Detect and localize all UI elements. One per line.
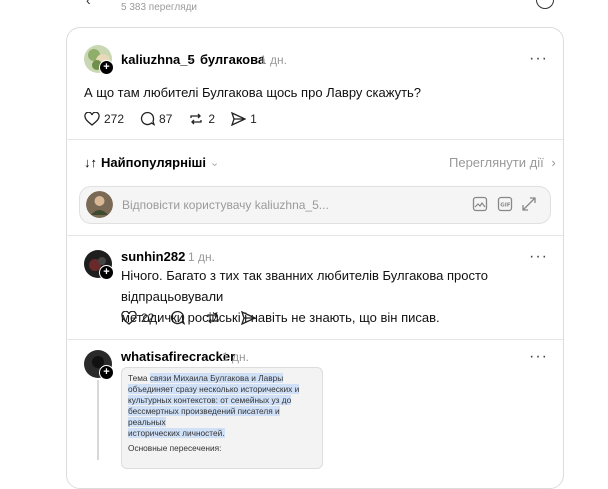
back-arrow-icon[interactable]: ‹: [86, 0, 91, 8]
share-button[interactable]: [241, 310, 260, 325]
post-more-icon[interactable]: ···: [529, 50, 548, 68]
like-button[interactable]: 272: [84, 111, 125, 126]
avatar-image: [86, 191, 113, 218]
reply-input[interactable]: Відповісти користувачу kaliuzhna_5...: [122, 198, 329, 212]
chevron-right-icon: ›: [551, 155, 556, 170]
post-text: А що там любителі Булгакова щось про Лав…: [84, 85, 422, 100]
screenshot-line: культурных контекстов: от семейных уз до: [128, 395, 292, 405]
comment-icon: [140, 111, 156, 126]
post-actions: 272 87 2 1: [84, 111, 273, 126]
comment-text-line: Нічого. Багато з тих так званних любител…: [121, 268, 488, 304]
comment-button[interactable]: [170, 310, 189, 325]
comment-avatar[interactable]: +: [84, 250, 114, 280]
sort-label: Найпопулярніші: [101, 155, 207, 170]
like-count: 22: [141, 310, 155, 325]
divider: [66, 139, 563, 140]
repost-count: 2: [208, 111, 216, 126]
reply-box[interactable]: Відповісти користувачу kaliuzhna_5... GI…: [79, 186, 551, 224]
heart-icon: [84, 111, 100, 126]
sort-selector[interactable]: ↓↑ Найпопулярніші ⌄: [84, 155, 219, 170]
top-bar: ‹ 5 383 перегляди: [0, 0, 608, 18]
comment-time: 1 дн.: [188, 250, 215, 264]
screenshot-highlight: связи Михаила Булгакова и Лавры: [149, 373, 284, 383]
screenshot-line: Тема: [128, 373, 150, 383]
like-count: 272: [104, 111, 125, 126]
comment-more-icon[interactable]: ···: [529, 248, 548, 266]
follow-plus-icon[interactable]: +: [99, 365, 114, 380]
divider: [66, 339, 563, 340]
repost-button[interactable]: [205, 311, 225, 325]
heart-icon: [121, 310, 137, 325]
divider: [66, 235, 563, 236]
svg-text:GIF: GIF: [500, 203, 511, 209]
screenshot-line: объединяет сразу несколько исторических …: [128, 384, 300, 394]
repost-button[interactable]: 2: [188, 112, 215, 126]
sort-icon: ↓↑: [84, 155, 97, 170]
follow-plus-icon[interactable]: +: [99, 60, 114, 75]
share-count: 1: [250, 111, 257, 126]
repost-icon: [207, 312, 220, 323]
thread-line: [97, 380, 99, 460]
comment-icon: [171, 310, 186, 325]
author-avatar[interactable]: +: [84, 45, 114, 75]
screenshot-text: Тема связи Михаила Булгакова и Лавры объ…: [128, 373, 316, 439]
share-button[interactable]: 1: [231, 111, 257, 126]
my-avatar: [86, 191, 113, 218]
repost-icon: [190, 113, 203, 124]
send-icon: [231, 111, 247, 126]
comment-time: 1 дн.: [222, 350, 249, 364]
comment-username[interactable]: whatisafirecracker: [121, 349, 235, 364]
post-time: 1 дн.: [260, 53, 287, 67]
attached-screenshot[interactable]: Тема связи Михаила Булгакова и Лавры объ…: [121, 367, 323, 469]
comment-username[interactable]: sunhin282: [121, 249, 185, 264]
image-icon[interactable]: [472, 196, 488, 212]
screenshot-subheading: Основные пересечения:: [128, 443, 222, 453]
comment-button[interactable]: 87: [140, 111, 172, 126]
comment-avatar[interactable]: +: [84, 350, 114, 380]
like-button[interactable]: 22: [121, 310, 155, 325]
topic-tag[interactable]: булгакова: [200, 52, 265, 67]
chevron-down-icon: ⌄: [210, 157, 220, 169]
expand-icon[interactable]: [521, 196, 537, 212]
screenshot-line: бессмертных произведений писателя и реал…: [128, 406, 280, 427]
send-icon: [241, 310, 257, 325]
comment-more-icon[interactable]: ···: [529, 348, 548, 366]
follow-plus-icon[interactable]: +: [99, 265, 114, 280]
view-activity-link[interactable]: Переглянути дії ›: [449, 155, 556, 170]
more-options-icon[interactable]: [536, 0, 554, 9]
comment-count: 87: [159, 111, 173, 126]
gif-icon[interactable]: GIF: [497, 196, 513, 212]
views-count: 5 383 перегляди: [121, 2, 198, 13]
author-username[interactable]: kaliuzhna_5: [121, 52, 195, 67]
chevron-right-icon: ›: [189, 52, 193, 66]
comment-actions: 22: [121, 310, 276, 325]
view-activity-label: Переглянути дії: [449, 155, 544, 170]
screenshot-line: исторических личностей.: [128, 428, 225, 438]
